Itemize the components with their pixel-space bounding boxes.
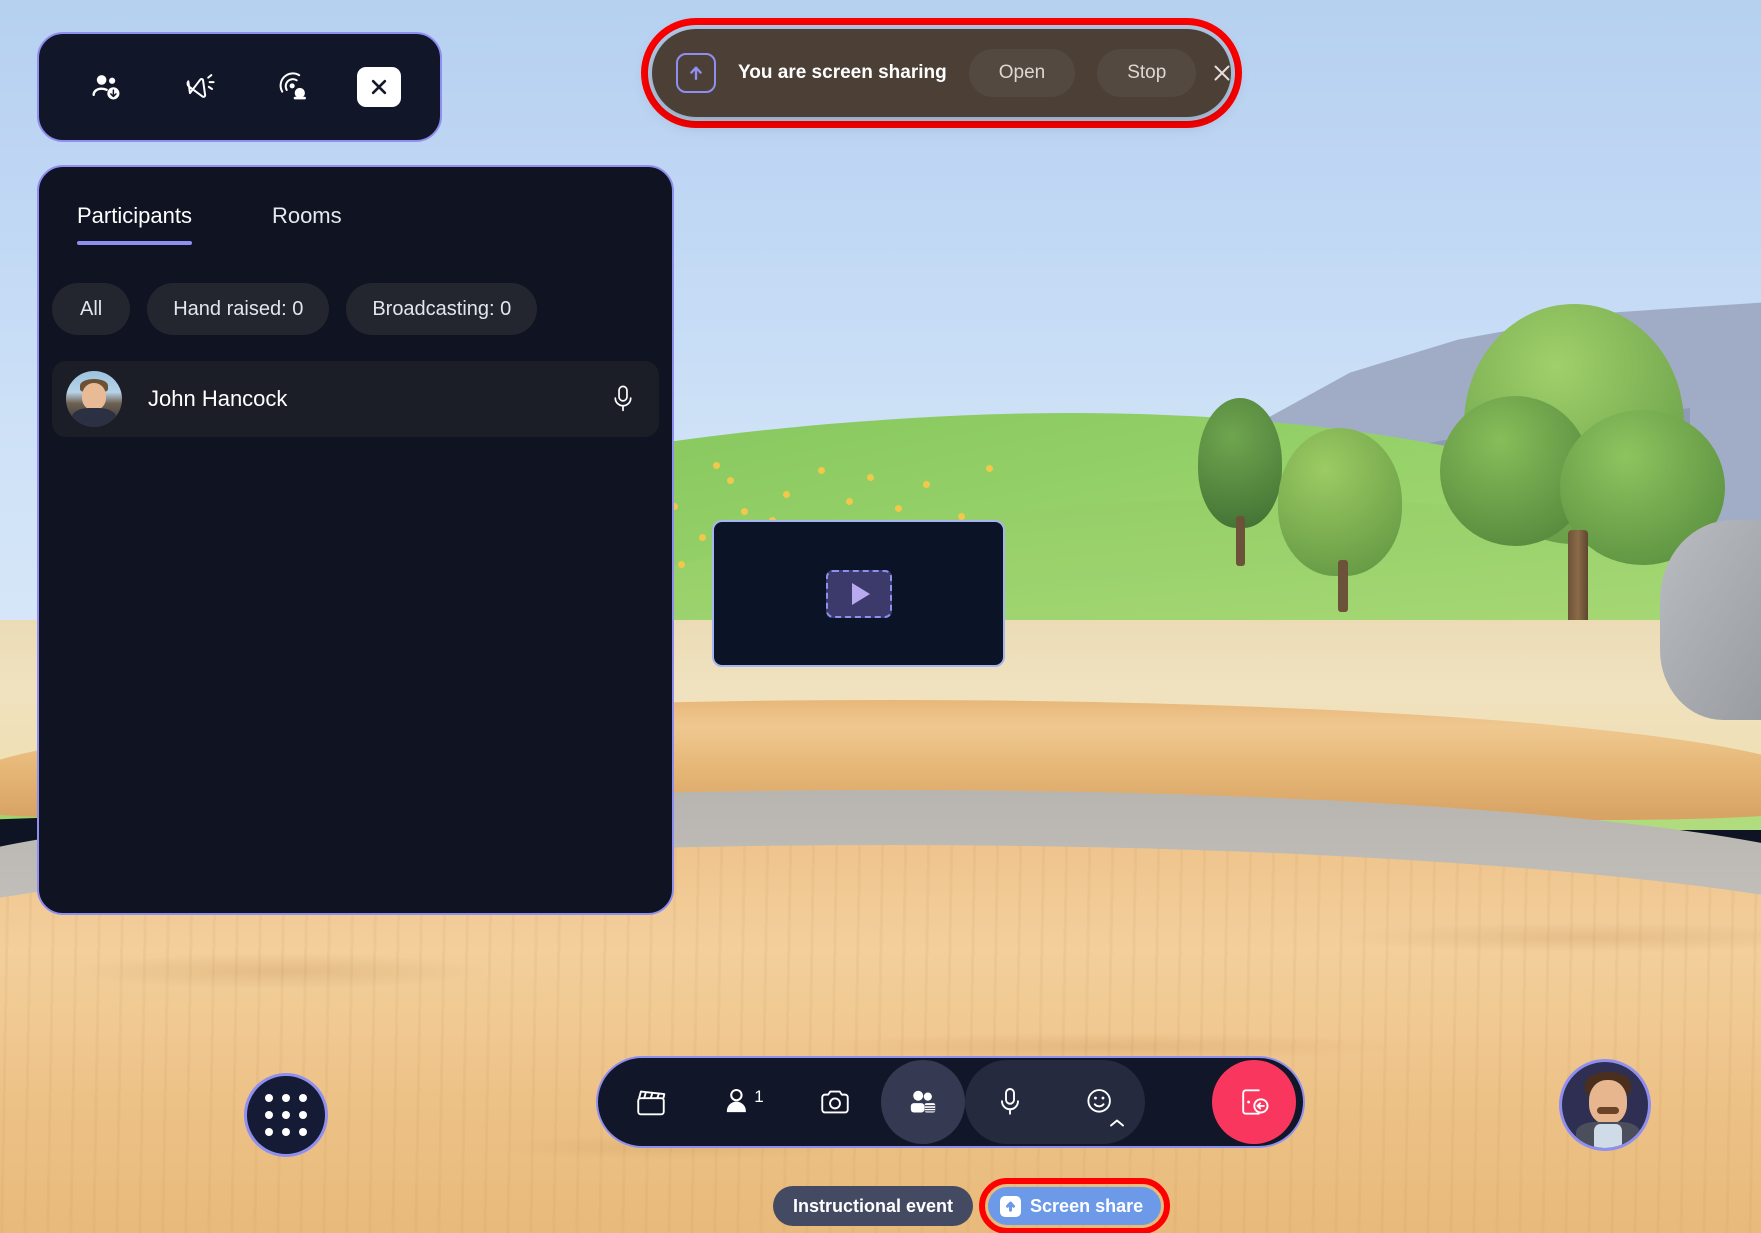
- leave-door-icon[interactable]: [1212, 1060, 1296, 1144]
- camera-icon[interactable]: [789, 1063, 881, 1141]
- broadcast-icon[interactable]: [264, 58, 322, 116]
- avatar-moustache: [1597, 1107, 1619, 1114]
- apps-grid-button[interactable]: [244, 1073, 328, 1157]
- stop-share-button[interactable]: Stop: [1097, 49, 1197, 97]
- microphone-icon[interactable]: [965, 1060, 1055, 1144]
- tab-rooms[interactable]: Rooms: [272, 203, 342, 245]
- self-avatar[interactable]: [1559, 1059, 1651, 1151]
- world-shared-screen[interactable]: [712, 520, 1005, 667]
- participants-panel: Participants Rooms All Hand raised: 0 Br…: [37, 165, 674, 915]
- megaphone-icon[interactable]: [171, 58, 229, 116]
- screen-share-label[interactable]: Screen share: [988, 1187, 1162, 1225]
- people-add-icon[interactable]: [78, 58, 136, 116]
- screen-sharing-banner: You are screen sharing Open Stop: [652, 29, 1231, 117]
- filter-hand-raised[interactable]: Hand raised: 0: [147, 283, 330, 335]
- screen-share-icon[interactable]: [881, 1060, 965, 1144]
- list-item[interactable]: John Hancock: [52, 361, 659, 437]
- emoji-reactions-icon[interactable]: [1055, 1060, 1145, 1144]
- bottom-label-row: Instructional event Screen share: [773, 1178, 1171, 1233]
- participant-list: John Hancock: [39, 335, 672, 437]
- share-up-arrow-icon: [1000, 1195, 1022, 1217]
- avatar-shirt: [1594, 1124, 1622, 1148]
- close-icon[interactable]: [356, 67, 401, 107]
- grid-dots-icon: [265, 1094, 307, 1136]
- rock: [1660, 520, 1761, 720]
- participant-filters: All Hand raised: 0 Broadcasting: 0: [39, 245, 672, 335]
- tree-small-right: [1268, 428, 1418, 613]
- microphone-icon[interactable]: [609, 383, 637, 415]
- filter-broadcasting[interactable]: Broadcasting: 0: [346, 283, 538, 335]
- panel-toolbar: [37, 32, 442, 142]
- person-count-badge: 1: [754, 1087, 764, 1106]
- filter-all[interactable]: All: [52, 283, 131, 335]
- screen-sharing-banner-highlight: You are screen sharing Open Stop: [641, 18, 1242, 128]
- panel-tabs: Participants Rooms: [39, 167, 672, 245]
- screen-share-label-text: Screen share: [1030, 1195, 1144, 1216]
- mic-reactions-group: [965, 1060, 1145, 1144]
- person-count-icon[interactable]: 1: [697, 1063, 789, 1141]
- open-share-button[interactable]: Open: [968, 49, 1076, 97]
- screen-share-label-highlight: Screen share: [979, 1178, 1171, 1233]
- close-icon[interactable]: [1210, 48, 1234, 98]
- screen-sharing-message: You are screen sharing: [738, 62, 947, 83]
- tab-participants[interactable]: Participants: [77, 203, 192, 245]
- participant-name: John Hancock: [148, 386, 288, 411]
- bottom-toolbar: 1: [596, 1056, 1305, 1148]
- avatar-face: [1589, 1080, 1627, 1124]
- share-up-arrow-icon: [676, 53, 716, 93]
- play-triangle-icon: [825, 569, 892, 618]
- event-label: Instructional event: [773, 1186, 974, 1226]
- clapperboard-icon[interactable]: [605, 1063, 697, 1141]
- avatar: [66, 371, 122, 427]
